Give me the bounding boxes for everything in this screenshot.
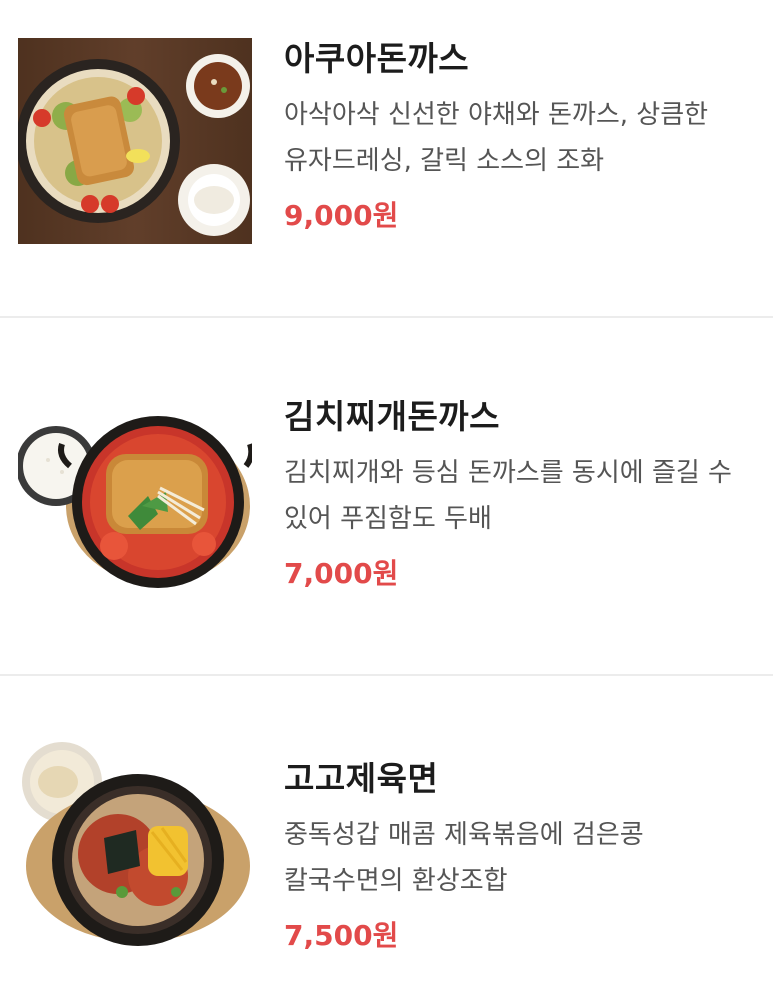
item-price: 7,500원 <box>284 919 399 952</box>
menu-item-kimchi-jjigae-donkatsu[interactable]: 김치찌개돈까스 김치찌개와 등심 돈까스를 동시에 즐길 수 있어 푸짐함도 두… <box>0 318 773 674</box>
item-description: 김치찌개와 등심 돈까스를 동시에 즐길 수 있어 푸짐함도 두배 <box>284 458 732 534</box>
menu-item-gogo-jeyuk-myeon[interactable]: 고고제육면 중독성갑 매콤 제육볶음에 검은콩 칼국수면의 환상조합 7,500… <box>0 676 773 983</box>
item-description: 중독성갑 매콤 제육볶음에 검은콩 칼국수면의 환상조합 <box>284 820 644 896</box>
item-text-block: 아쿠아돈까스 아삭아삭 신선한 야채와 돈까스, 상큼한 유자드레싱, 갈릭 소… <box>284 36 764 236</box>
item-name: 고고제육면 <box>284 759 439 798</box>
gogo-jeyuk-myeon-image <box>18 742 252 948</box>
item-name: 김치찌개돈까스 <box>284 397 501 436</box>
menu-item-aqua-donkatsu[interactable]: 아쿠아돈까스 아삭아삭 신선한 야채와 돈까스, 상큼한 유자드레싱, 갈릭 소… <box>0 0 773 316</box>
kimchi-jjigae-donkatsu-image <box>18 396 252 602</box>
item-text-block: 고고제육면 중독성갑 매콤 제육볶음에 검은콩 칼국수면의 환상조합 7,500… <box>284 756 764 956</box>
item-description: 아삭아삭 신선한 야채와 돈까스, 상큼한 유자드레싱, 갈릭 소스의 조화 <box>284 100 709 176</box>
item-text-block: 김치찌개돈까스 김치찌개와 등심 돈까스를 동시에 즐길 수 있어 푸짐함도 두… <box>284 394 764 594</box>
aqua-donkatsu-image <box>18 38 252 244</box>
item-price: 9,000원 <box>284 199 399 232</box>
item-price: 7,000원 <box>284 557 399 590</box>
item-name: 아쿠아돈까스 <box>284 39 470 78</box>
